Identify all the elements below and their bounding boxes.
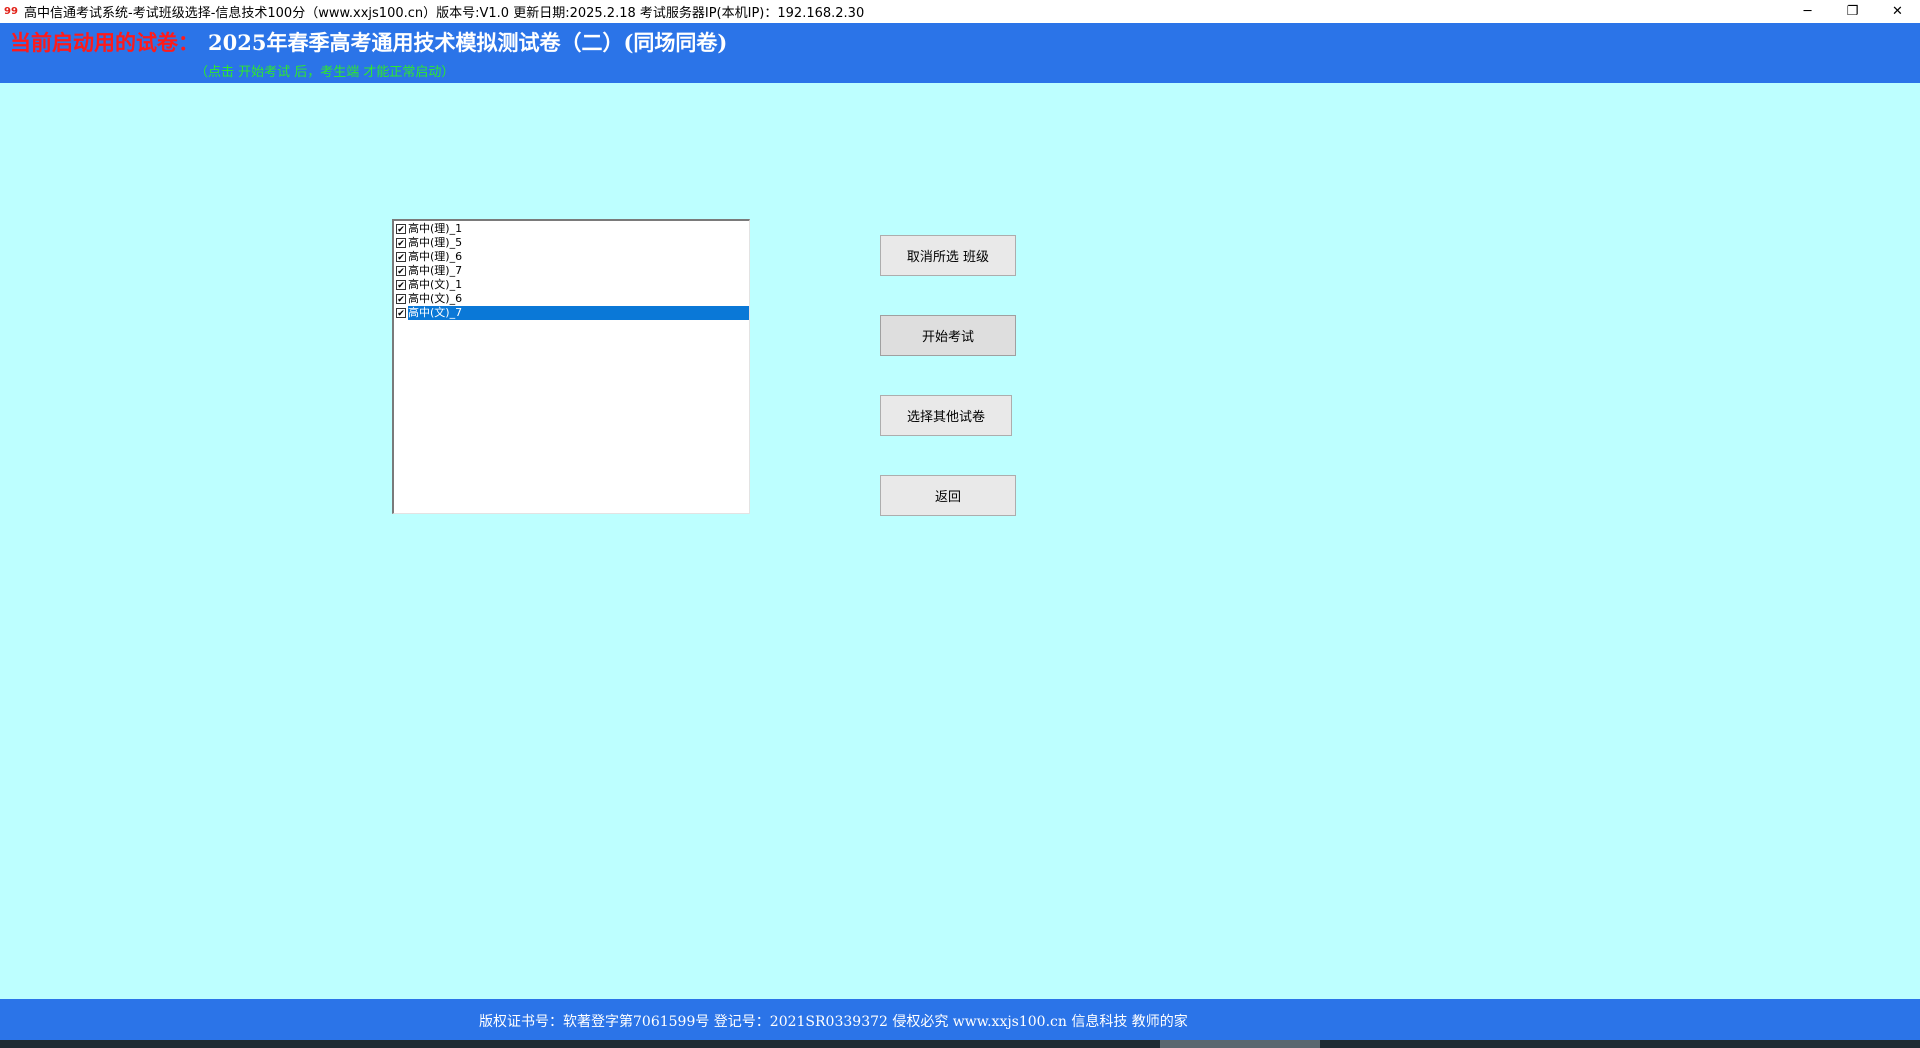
checkbox-icon[interactable]: ✔ xyxy=(396,266,406,277)
checkbox-icon[interactable]: ✔ xyxy=(396,252,406,263)
checkbox-icon[interactable]: ✔ xyxy=(396,294,406,305)
app-logo-icon: 99 xyxy=(4,5,18,17)
start-hint: （点击 开始考试 后，考生端 才能正常启动） xyxy=(195,65,455,80)
title-bar: 99 高中信通考试系统-考试班级选择-信息技术100分（www.xxjs100.… xyxy=(0,0,1920,23)
checkbox-icon[interactable]: ✔ xyxy=(396,280,406,291)
restore-button[interactable]: ❐ xyxy=(1830,0,1875,23)
window-controls: ─ ❐ ✕ xyxy=(1785,0,1920,23)
class-list-item[interactable]: ✔ 高中(文)_1 xyxy=(394,278,749,292)
checkbox-icon[interactable]: ✔ xyxy=(396,224,406,235)
class-list-item-label: 高中(理)_5 xyxy=(408,236,463,249)
class-list-item-label: 高中(文)_7 xyxy=(408,306,749,320)
taskbar xyxy=(0,1040,1920,1048)
class-list-item[interactable]: ✔ 高中(理)_1 xyxy=(394,222,749,236)
back-button[interactable]: 返回 xyxy=(880,475,1016,516)
start-exam-button[interactable]: 开始考试 xyxy=(880,315,1016,356)
taskbar-item[interactable] xyxy=(1160,1040,1320,1048)
window-title: 高中信通考试系统-考试班级选择-信息技术100分（www.xxjs100.cn）… xyxy=(24,6,865,21)
checkbox-icon[interactable]: ✔ xyxy=(396,238,406,249)
class-list-item[interactable]: ✔ 高中(文)_7 xyxy=(394,306,749,320)
class-list-item[interactable]: ✔ 高中(理)_6 xyxy=(394,250,749,264)
minimize-button[interactable]: ─ xyxy=(1785,0,1830,23)
class-list-item-label: 高中(文)_1 xyxy=(408,278,463,291)
exam-title: 2025年春季高考通用技术模拟测试卷（二）(同场同卷) xyxy=(208,30,728,55)
checkbox-icon[interactable]: ✔ xyxy=(396,308,406,319)
choose-other-exam-button[interactable]: 选择其他试卷 xyxy=(880,395,1012,436)
copyright-text: 版权证书号：软著登字第7061599号 登记号：2021SR0339372 侵权… xyxy=(479,1014,1188,1030)
class-list-item[interactable]: ✔ 高中(理)_5 xyxy=(394,236,749,250)
footer-bar: 版权证书号：软著登字第7061599号 登记号：2021SR0339372 侵权… xyxy=(0,999,1920,1040)
close-button[interactable]: ✕ xyxy=(1875,0,1920,23)
class-list-item-label: 高中(理)_1 xyxy=(408,222,463,235)
class-list-item[interactable]: ✔ 高中(文)_6 xyxy=(394,292,749,306)
class-checklist[interactable]: ✔ 高中(理)_1 ✔ 高中(理)_5 ✔ 高中(理)_6 ✔ 高中(理)_7 ✔ 高中(文)_1… xyxy=(392,219,750,514)
header-banner: 当前启动用的试卷： 2025年春季高考通用技术模拟测试卷（二）(同场同卷) （点… xyxy=(0,23,1920,83)
class-list-item[interactable]: ✔ 高中(理)_7 xyxy=(394,264,749,278)
current-exam-label: 当前启动用的试卷： xyxy=(10,30,199,55)
deselect-classes-button[interactable]: 取消所选 班级 xyxy=(880,235,1016,276)
class-list-item-label: 高中(文)_6 xyxy=(408,292,463,305)
class-list-item-label: 高中(理)_6 xyxy=(408,250,463,263)
class-list-item-label: 高中(理)_7 xyxy=(408,264,463,277)
